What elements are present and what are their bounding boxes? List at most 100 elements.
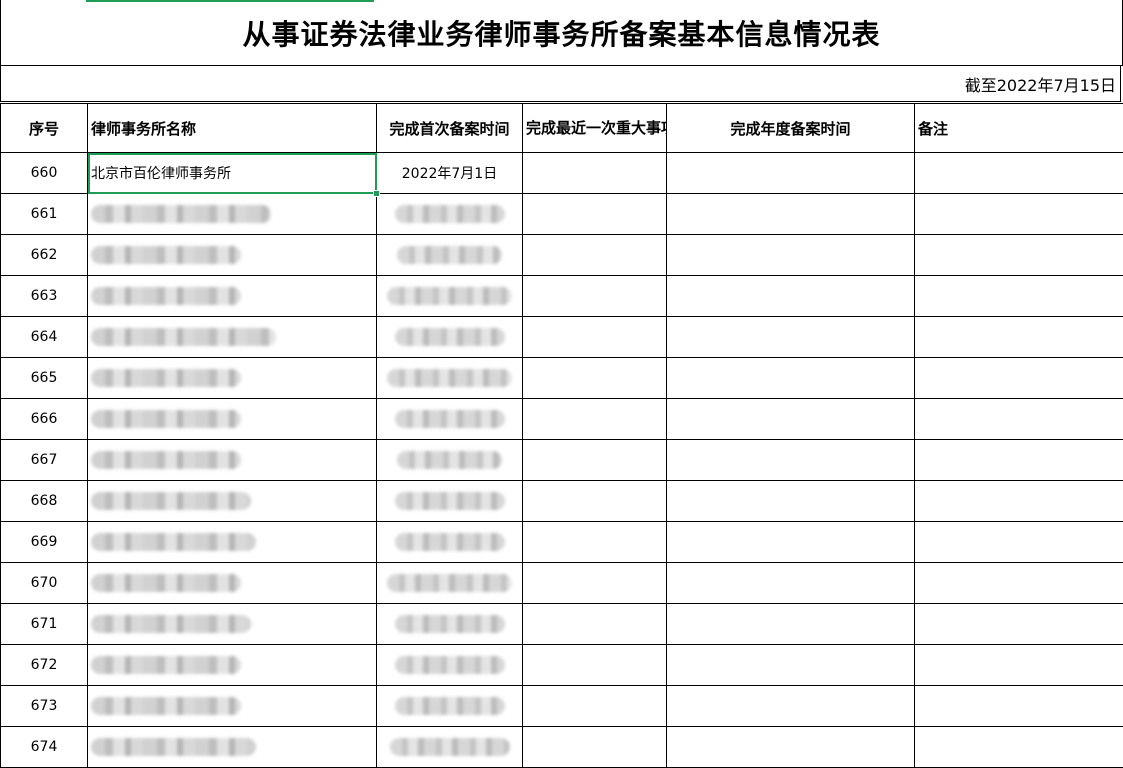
cell-major-filing[interactable] [522, 275, 667, 317]
cell-remark[interactable] [914, 603, 1123, 645]
cell-firm-name[interactable] [87, 685, 377, 727]
cell-annual-filing[interactable] [666, 316, 915, 358]
fill-handle[interactable] [372, 189, 380, 197]
cell-annual-filing[interactable] [666, 603, 915, 645]
cell-remark[interactable] [914, 357, 1123, 399]
cell-firm-name[interactable] [87, 398, 377, 440]
cell-annual-filing[interactable] [666, 562, 915, 604]
cell-annual-filing[interactable] [666, 152, 915, 194]
cell-firm-name[interactable] [87, 562, 377, 604]
cell-firm-name[interactable] [87, 316, 377, 358]
cell-first-filing[interactable] [376, 316, 523, 358]
cell-seq[interactable]: 670 [0, 562, 88, 604]
cell-first-filing[interactable] [376, 521, 523, 563]
cell-seq[interactable]: 674 [0, 726, 88, 768]
cell-firm-name[interactable]: 北京市百伦律师事务所 [87, 152, 377, 194]
cell-seq[interactable]: 667 [0, 439, 88, 481]
header-annual-filing[interactable]: 完成年度备案时间 [666, 103, 915, 153]
cell-annual-filing[interactable] [666, 685, 915, 727]
cell-first-filing[interactable] [376, 644, 523, 686]
header-remark[interactable]: 备注 [914, 103, 1123, 153]
cell-remark[interactable] [914, 275, 1123, 317]
cell-firm-name[interactable] [87, 193, 377, 235]
cell-remark[interactable] [914, 439, 1123, 481]
header-firm-name[interactable]: 律师事务所名称 [87, 103, 377, 153]
cell-seq[interactable]: 668 [0, 480, 88, 522]
as-of-date-cell[interactable]: 截至2022年7月15日 [0, 66, 1121, 102]
cell-first-filing[interactable] [376, 275, 523, 317]
cell-firm-name[interactable] [87, 234, 377, 276]
cell-annual-filing[interactable] [666, 398, 915, 440]
cell-annual-filing[interactable] [666, 480, 915, 522]
header-seq[interactable]: 序号 [0, 103, 88, 153]
cell-first-filing[interactable] [376, 357, 523, 399]
cell-major-filing[interactable] [522, 357, 667, 399]
cell-firm-name[interactable] [87, 439, 377, 481]
redacted-firm-name [91, 410, 241, 428]
cell-seq[interactable]: 660 [0, 152, 88, 194]
cell-seq[interactable]: 662 [0, 234, 88, 276]
cell-first-filing[interactable] [376, 193, 523, 235]
cell-first-filing[interactable] [376, 562, 523, 604]
cell-remark[interactable] [914, 152, 1123, 194]
cell-major-filing[interactable] [522, 726, 667, 768]
cell-remark[interactable] [914, 685, 1123, 727]
cell-seq[interactable]: 663 [0, 275, 88, 317]
cell-major-filing[interactable] [522, 603, 667, 645]
cell-major-filing[interactable] [522, 316, 667, 358]
cell-first-filing[interactable] [376, 603, 523, 645]
cell-major-filing[interactable] [522, 193, 667, 235]
cell-remark[interactable] [914, 726, 1123, 768]
cell-annual-filing[interactable] [666, 726, 915, 768]
cell-annual-filing[interactable] [666, 357, 915, 399]
cell-seq[interactable]: 665 [0, 357, 88, 399]
header-first-filing[interactable]: 完成首次备案时间 [376, 103, 523, 153]
cell-first-filing[interactable] [376, 398, 523, 440]
cell-first-filing[interactable]: 2022年7月1日 [376, 152, 523, 194]
cell-major-filing[interactable] [522, 521, 667, 563]
cell-major-filing[interactable] [522, 398, 667, 440]
header-major-filing[interactable]: 完成最近一次重大事项备案时间 [522, 103, 667, 153]
cell-firm-name[interactable] [87, 644, 377, 686]
cell-remark[interactable] [914, 234, 1123, 276]
cell-major-filing[interactable] [522, 644, 667, 686]
cell-firm-name[interactable] [87, 521, 377, 563]
cell-remark[interactable] [914, 644, 1123, 686]
cell-major-filing[interactable] [522, 480, 667, 522]
cell-first-filing[interactable] [376, 234, 523, 276]
cell-annual-filing[interactable] [666, 234, 915, 276]
cell-remark[interactable] [914, 398, 1123, 440]
cell-remark[interactable] [914, 480, 1123, 522]
cell-remark[interactable] [914, 193, 1123, 235]
cell-first-filing[interactable] [376, 439, 523, 481]
cell-annual-filing[interactable] [666, 275, 915, 317]
cell-major-filing[interactable] [522, 685, 667, 727]
cell-annual-filing[interactable] [666, 644, 915, 686]
cell-seq[interactable]: 661 [0, 193, 88, 235]
cell-seq[interactable]: 673 [0, 685, 88, 727]
cell-remark[interactable] [914, 316, 1123, 358]
cell-first-filing[interactable] [376, 685, 523, 727]
cell-first-filing[interactable] [376, 480, 523, 522]
sheet-title-cell[interactable]: 从事证券法律业务律师事务所备案基本信息情况表 [0, 0, 1123, 66]
cell-major-filing[interactable] [522, 439, 667, 481]
cell-first-filing[interactable] [376, 726, 523, 768]
cell-firm-name[interactable] [87, 603, 377, 645]
cell-major-filing[interactable] [522, 152, 667, 194]
cell-firm-name[interactable] [87, 480, 377, 522]
cell-seq[interactable]: 666 [0, 398, 88, 440]
cell-seq[interactable]: 664 [0, 316, 88, 358]
cell-firm-name[interactable] [87, 357, 377, 399]
cell-seq[interactable]: 669 [0, 521, 88, 563]
cell-major-filing[interactable] [522, 234, 667, 276]
cell-seq[interactable]: 672 [0, 644, 88, 686]
cell-major-filing[interactable] [522, 562, 667, 604]
cell-remark[interactable] [914, 521, 1123, 563]
cell-firm-name[interactable] [87, 726, 377, 768]
cell-annual-filing[interactable] [666, 193, 915, 235]
cell-seq[interactable]: 671 [0, 603, 88, 645]
cell-firm-name[interactable] [87, 275, 377, 317]
cell-annual-filing[interactable] [666, 521, 915, 563]
cell-annual-filing[interactable] [666, 439, 915, 481]
cell-remark[interactable] [914, 562, 1123, 604]
